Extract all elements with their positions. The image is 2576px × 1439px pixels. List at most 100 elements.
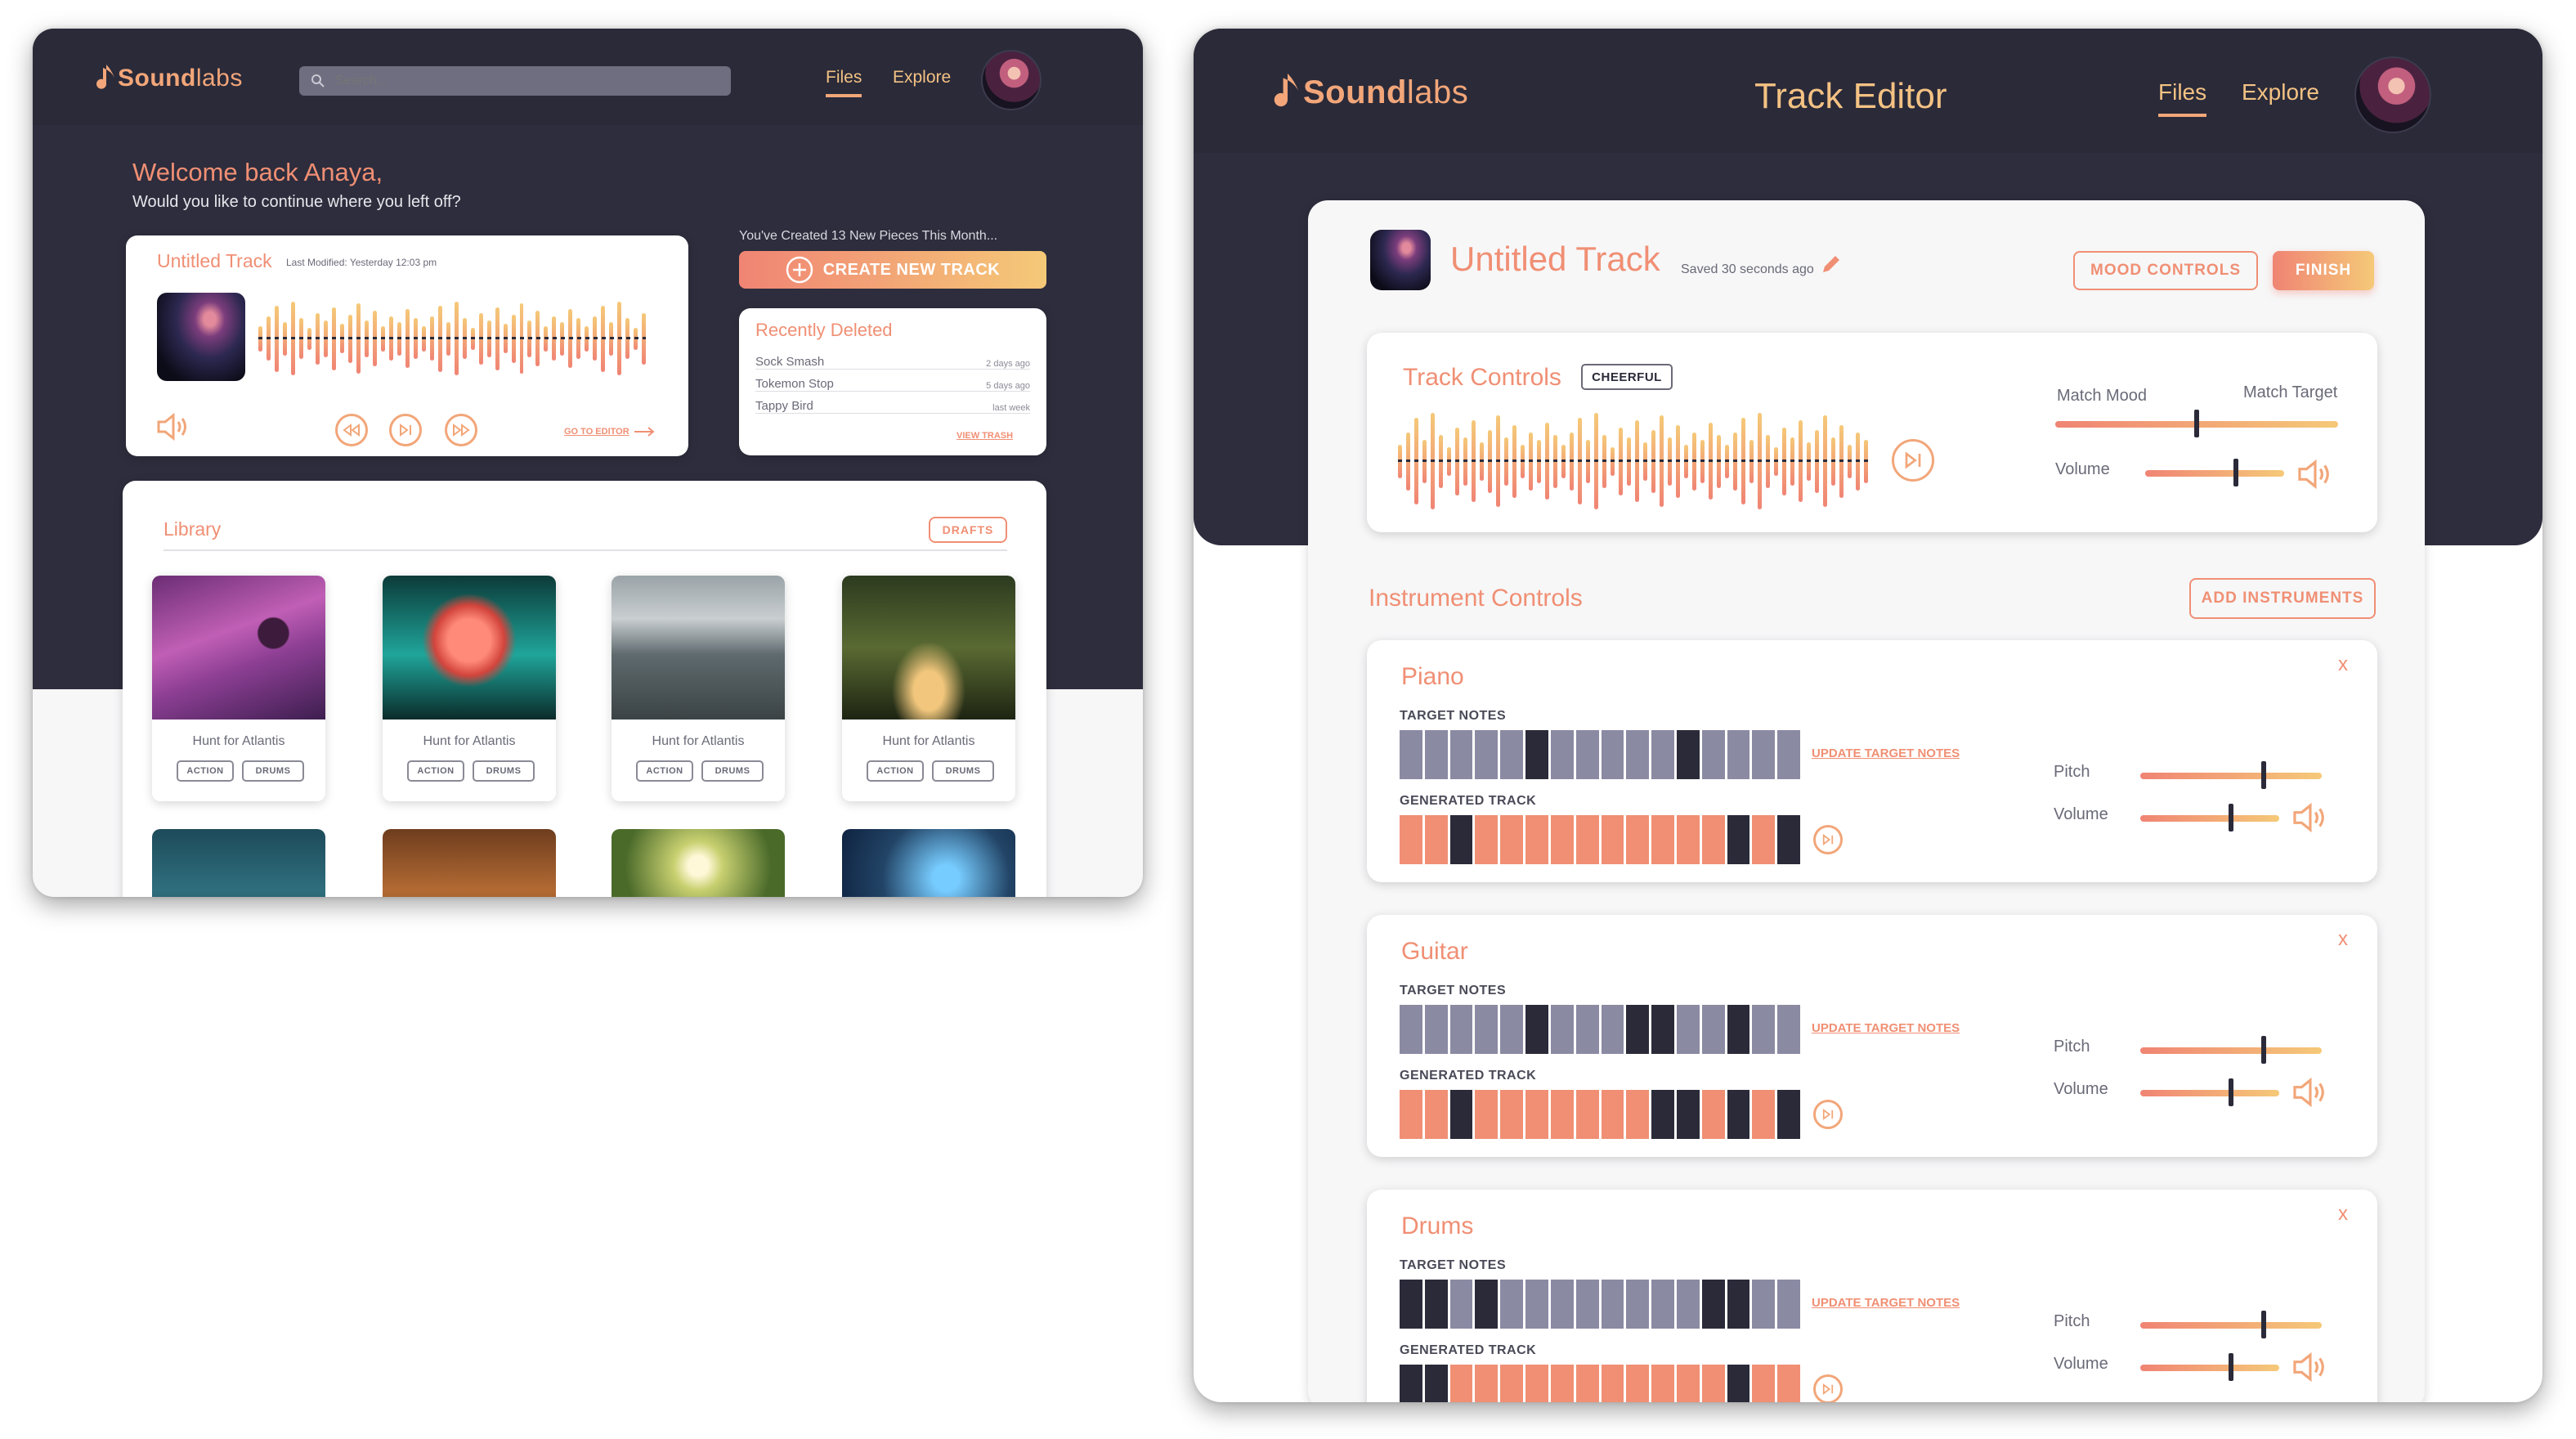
note-cell[interactable] [1575,730,1599,779]
note-cell[interactable] [1701,1280,1725,1329]
note-cell[interactable] [1676,1005,1700,1054]
play-pause-icon[interactable] [389,414,422,446]
library-item[interactable]: Hunt for Atlantis ACTION DRUMS [383,576,556,801]
nav-explore[interactable]: Explore [2242,79,2319,105]
note-cell[interactable] [1575,1280,1599,1329]
add-instruments-button[interactable]: ADD INSTRUMENTS [2189,578,2376,619]
note-cell[interactable] [1651,1005,1674,1054]
note-cell[interactable] [1601,730,1624,779]
library-item-tag[interactable]: DRUMS [701,760,764,782]
note-cell[interactable] [1500,730,1524,779]
library-item-tag[interactable]: ACTION [407,760,464,782]
library-item-tag[interactable]: ACTION [867,760,924,782]
dashboard-logo[interactable]: Sound labs [95,63,243,94]
note-cell[interactable] [1475,815,1499,864]
instrument-volume-slider[interactable] [2140,1090,2279,1096]
note-cell[interactable] [1752,1005,1776,1054]
library-item[interactable]: Hunt for Atlantis ACTION DRUMS [842,576,1015,801]
rewind-icon[interactable] [335,414,368,446]
note-cell[interactable] [1449,1090,1473,1139]
note-cell[interactable] [1676,1090,1700,1139]
note-cell[interactable] [1727,1365,1750,1402]
note-cell[interactable] [1701,1005,1725,1054]
note-cell[interactable] [1676,1280,1700,1329]
generated-track-row[interactable] [1400,815,1800,864]
note-cell[interactable] [1727,1005,1750,1054]
note-cell[interactable] [1525,1005,1548,1054]
generated-track-row[interactable] [1400,1365,1800,1402]
note-cell[interactable] [1550,815,1574,864]
pencil-icon[interactable] [1820,253,1843,276]
note-cell[interactable] [1400,730,1422,779]
note-cell[interactable] [1727,1280,1750,1329]
note-cell[interactable] [1475,1365,1499,1402]
editor-logo[interactable]: Sound labs [1272,71,1468,114]
note-cell[interactable] [1601,1005,1624,1054]
library-item-tag[interactable]: DRUMS [242,760,304,782]
note-cell[interactable] [1475,1005,1499,1054]
library-item-tag[interactable]: ACTION [177,760,234,782]
note-cell[interactable] [1400,1005,1422,1054]
note-cell[interactable] [1752,1365,1776,1402]
note-cell[interactable] [1500,1365,1524,1402]
note-cell[interactable] [1676,1365,1700,1402]
instrument-volume-slider[interactable] [2140,1365,2279,1371]
note-cell[interactable] [1550,1005,1574,1054]
note-cell[interactable] [1701,1365,1725,1402]
library-item-tag[interactable]: DRUMS [473,760,535,782]
note-cell[interactable] [1424,1365,1448,1402]
note-cell[interactable] [1449,1005,1473,1054]
pitch-slider-handle[interactable] [2260,761,2266,789]
note-cell[interactable] [1550,1280,1574,1329]
note-cell[interactable] [1752,730,1776,779]
current-track-card[interactable]: Untitled Track Last Modified: Yesterday … [126,235,688,456]
note-cell[interactable] [1525,1365,1548,1402]
library-item-thumbnail[interactable] [842,829,1015,897]
note-cell[interactable] [1727,730,1750,779]
search-input[interactable] [335,74,695,88]
instrument-volume-handle[interactable] [2228,804,2233,832]
pitch-slider-handle[interactable] [2260,1311,2266,1338]
note-cell[interactable] [1449,1280,1473,1329]
match-slider-handle[interactable] [2194,410,2199,437]
note-cell[interactable] [1651,1280,1674,1329]
note-cell[interactable] [1651,815,1674,864]
note-cell[interactable] [1575,1005,1599,1054]
note-cell[interactable] [1777,1090,1800,1139]
play-pause-icon[interactable] [1813,825,1843,854]
track-volume-slider[interactable] [2145,470,2284,477]
note-cell[interactable] [1651,1365,1674,1402]
play-pause-icon[interactable] [1813,1100,1843,1129]
note-cell[interactable] [1424,730,1448,779]
note-cell[interactable] [1475,1280,1499,1329]
note-cell[interactable] [1777,1005,1800,1054]
note-cell[interactable] [1701,730,1725,779]
close-icon[interactable]: x [2338,928,2348,951]
volume-icon[interactable] [2291,1352,2332,1383]
note-cell[interactable] [1777,730,1800,779]
note-cell[interactable] [1626,1005,1650,1054]
library-item-thumbnail[interactable] [152,829,325,897]
view-trash-link[interactable]: VIEW TRASH [956,431,1013,441]
instrument-volume-handle[interactable] [2228,1078,2233,1106]
nav-files[interactable]: Files [826,68,862,97]
note-cell[interactable] [1550,730,1574,779]
note-cell[interactable] [1752,1280,1776,1329]
note-cell[interactable] [1424,1280,1448,1329]
note-cell[interactable] [1500,815,1524,864]
note-cell[interactable] [1424,815,1448,864]
note-cell[interactable] [1449,815,1473,864]
note-cell[interactable] [1626,1280,1650,1329]
nav-files[interactable]: Files [2158,79,2207,117]
note-cell[interactable] [1525,815,1548,864]
instrument-volume-handle[interactable] [2228,1353,2233,1381]
note-cell[interactable] [1424,1090,1448,1139]
search-bar[interactable] [299,66,731,96]
note-cell[interactable] [1449,730,1473,779]
user-avatar[interactable] [981,50,1042,110]
note-cell[interactable] [1601,1280,1624,1329]
note-cell[interactable] [1550,1365,1574,1402]
note-cell[interactable] [1475,1090,1499,1139]
note-cell[interactable] [1752,1090,1776,1139]
target-notes-row[interactable] [1400,730,1800,779]
